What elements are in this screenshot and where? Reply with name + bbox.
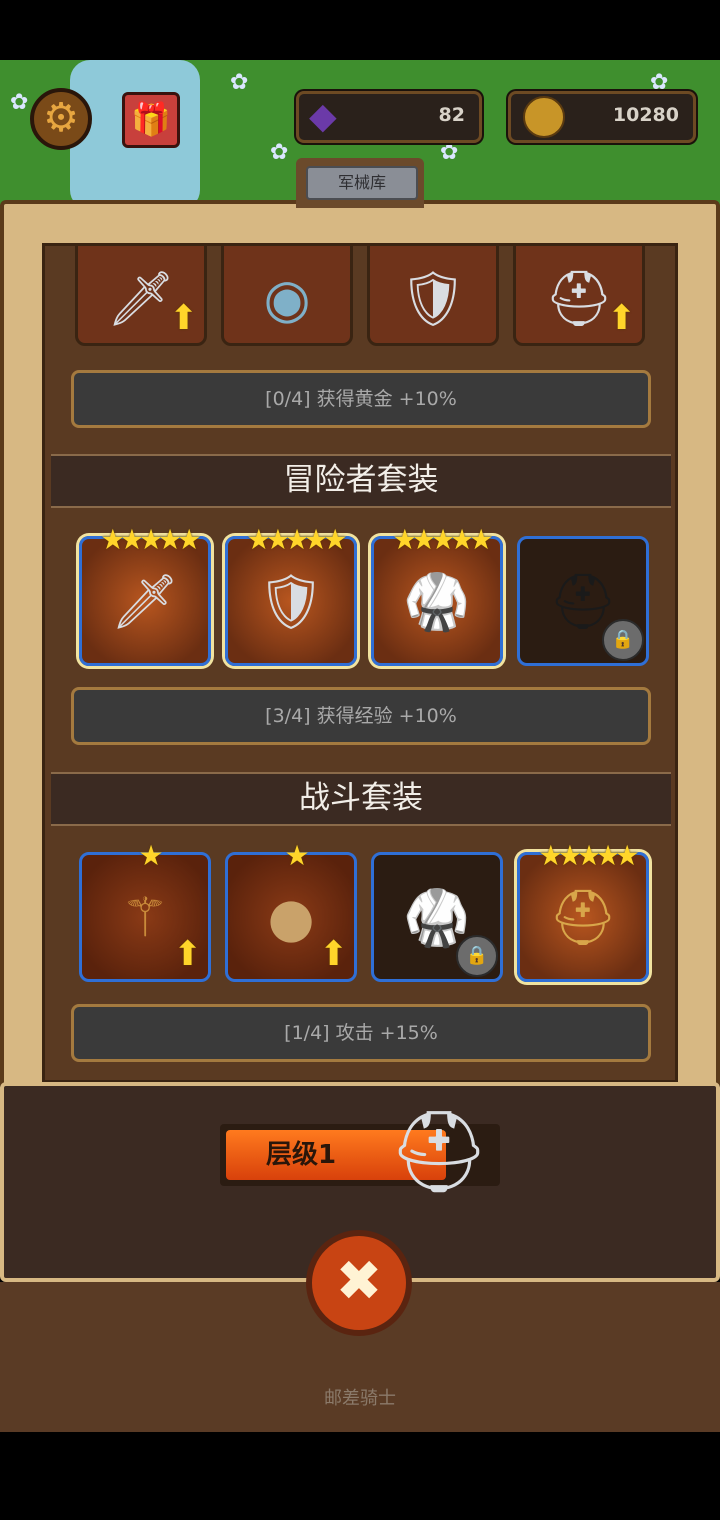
upgrade-arrow-icon: ⬆ <box>319 934 349 974</box>
item-slot-shield[interactable]: ◉ <box>221 246 353 346</box>
upgrade-arrow-icon: ⬆ <box>607 298 637 338</box>
set-bonus-exp: [3/4] 获得经验 +10% <box>71 687 651 745</box>
close-button[interactable]: ✖ <box>306 1230 412 1336</box>
close-icon: ✖ <box>335 1249 383 1314</box>
set-title-adventurer: 冒险者套装 <box>51 454 671 508</box>
helmet-sword-icon: ⛑ <box>388 1105 490 1198</box>
set-bonus-attack: [1/4] 攻击 +15% <box>71 1004 651 1062</box>
footer-text: 邮差骑士 <box>324 1388 396 1409</box>
item-slot-armor[interactable]: 🛡 <box>367 246 499 346</box>
item-slot-round-shield[interactable]: ★ ● ⬆ <box>225 839 357 982</box>
set-list[interactable]: 🗡 ⬆ ◉ 🛡 ⛑ ⬆ [0/4] 获得黄金 +10% 冒险者套装 ★★★★★ … <box>42 243 678 1083</box>
coin-icon <box>523 96 565 138</box>
gem-icon: ◆ <box>309 96 337 137</box>
helmet-icon: ⛑ <box>548 886 618 949</box>
lock-icon: 🔒 <box>456 935 498 977</box>
item-slot-helmet[interactable]: ⛑ ⬆ <box>513 246 645 346</box>
set-title-battle: 战斗套装 <box>51 772 671 826</box>
item-slot-golden-helmet[interactable]: ★★★★★ ⛑ <box>517 839 649 982</box>
item-slot-shield[interactable]: ★★★★★ 🛡 <box>225 523 357 666</box>
armor-icon: 🥋 <box>403 570 471 633</box>
coin-counter: 10280 <box>508 91 696 143</box>
gear-icon[interactable]: ⚙ <box>30 88 92 150</box>
item-slot-dagger[interactable]: ★★★★★ 🗡 <box>79 523 211 666</box>
round-shield-icon: ◉ <box>263 267 311 330</box>
gem-counter: ◆ 82 <box>296 91 482 143</box>
flower-icon: ✿ <box>10 90 29 115</box>
item-slot-helmet-locked[interactable]: ⛑ 🔒 <box>517 536 649 666</box>
flower-icon: ✿ <box>440 140 459 165</box>
item-slot-armor[interactable]: ★★★★★ 🥋 <box>371 523 503 666</box>
item-slot-sword[interactable]: 🗡 ⬆ <box>75 246 207 346</box>
upgrade-arrow-icon: ⬆ <box>173 934 203 974</box>
tab-armory-label: 军械库 <box>306 166 418 200</box>
set-bonus-gold: [0/4] 获得黄金 +10% <box>71 370 651 428</box>
item-slot-armor-locked[interactable]: 🥋 🔒 <box>371 852 503 982</box>
dagger-icon: 🗡 <box>110 570 180 633</box>
armor-icon: 🛡 <box>398 267 468 330</box>
item-slot-mace[interactable]: ★ ⚚ ⬆ <box>79 839 211 982</box>
flower-icon: ✿ <box>230 70 249 95</box>
shield-icon: 🛡 <box>256 570 326 633</box>
lock-icon: 🔒 <box>602 619 644 661</box>
coin-amount: 10280 <box>612 104 679 126</box>
flower-icon: ✿ <box>270 140 289 165</box>
gem-amount: 82 <box>438 104 465 126</box>
gift-icon[interactable]: 🎁 <box>122 92 180 148</box>
upgrade-arrow-icon: ⬆ <box>169 298 199 338</box>
